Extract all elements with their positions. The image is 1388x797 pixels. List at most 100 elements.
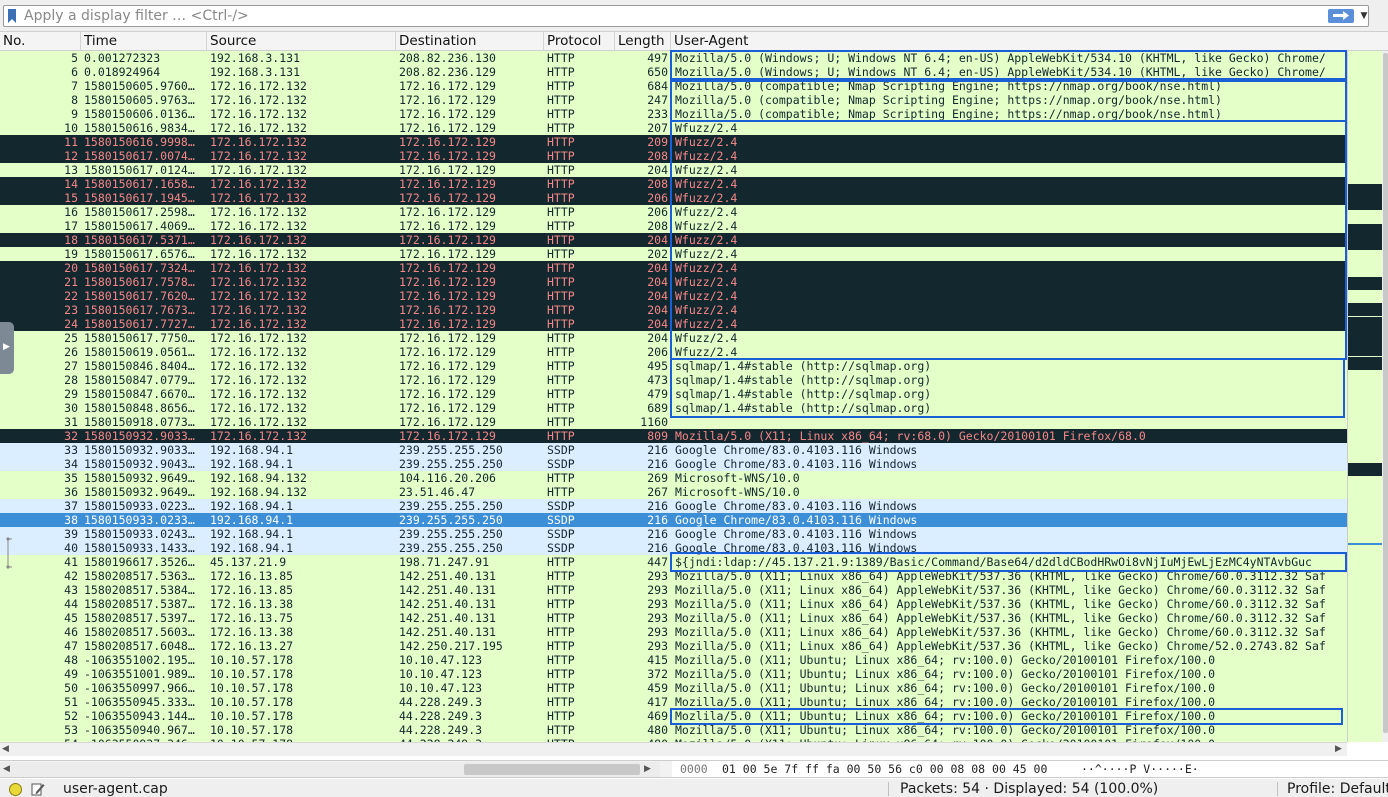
packet-row[interactable]: 46 1580208517.5603… 172.16.13.38 142.251.40… — [0, 625, 1347, 639]
scroll-left-icon[interactable]: ◀ — [3, 764, 10, 774]
packet-row[interactable]: 29 1580150847.6670… 172.16.172.132 172.16.1… — [0, 387, 1347, 401]
packet-row[interactable]: 5 0.001272323 192.168.3.131 208.82.236.130 H… — [0, 51, 1347, 65]
packet-user-agent: Mozilla/5.0 (X11; Linux x86_64) AppleWeb… — [675, 583, 1326, 597]
column-header-user-agent[interactable]: User-Agent — [671, 32, 1388, 51]
packet-source: 10.10.57.178 — [210, 695, 294, 709]
packet-row[interactable]: 24 1580150617.7727… 172.16.172.132 172.16.1… — [0, 317, 1347, 331]
packet-row[interactable]: 7 1580150605.9760… 172.16.172.132 172.16.17… — [0, 79, 1347, 93]
packet-row[interactable]: 33 1580150932.9033… 192.168.94.1 239.255.25… — [0, 443, 1347, 457]
packet-protocol: HTTP — [547, 149, 575, 163]
packet-no: 11 — [64, 135, 78, 149]
packet-time: 1580150932.9649… — [84, 471, 195, 485]
packet-row[interactable]: 47 1580208517.6048… 172.16.13.27 142.250.21… — [0, 639, 1347, 653]
packet-row[interactable]: 40 1580150933.1433… 192.168.94.1 239.255.25… — [0, 541, 1347, 555]
expert-info-icon[interactable] — [9, 783, 22, 796]
packet-time: 1580150617.5371… — [84, 233, 195, 247]
column-header-time[interactable]: Time — [81, 32, 207, 51]
chevron-down-icon[interactable]: ▼ — [1358, 9, 1370, 23]
scroll-right-icon[interactable]: ▶ — [644, 764, 651, 774]
scroll-left-icon[interactable]: ◀ — [2, 744, 9, 754]
packet-row[interactable]: 27 1580150846.8404… 172.16.172.132 172.16.1… — [0, 359, 1347, 373]
packet-row[interactable]: 21 1580150617.7578… 172.16.172.132 172.16.1… — [0, 275, 1347, 289]
packet-row[interactable]: 17 1580150617.4069… 172.16.172.132 172.16.1… — [0, 219, 1347, 233]
packet-bytes-pane[interactable]: 0000 01 00 5e 7f ff fa 00 50 56 c0 00 08… — [672, 761, 1388, 777]
status-profile[interactable]: Profile: Default — [1287, 779, 1388, 797]
packet-details-scroll-thumb[interactable] — [464, 764, 640, 775]
packet-row[interactable]: 20 1580150617.7324… 172.16.172.132 172.16.1… — [0, 261, 1347, 275]
packet-row[interactable]: 48 -1063551002.195… 10.10.57.178 10.10.47.1… — [0, 653, 1347, 667]
packet-row[interactable]: 10 1580150616.9834… 172.16.172.132 172.16.1… — [0, 121, 1347, 135]
packet-row[interactable]: 49 -1063551001.989… 10.10.57.178 10.10.47.1… — [0, 667, 1347, 681]
packet-user-agent: Google Chrome/83.0.4103.116 Windows — [675, 443, 918, 457]
packet-row[interactable]: 25 1580150617.7750… 172.16.172.132 172.16.1… — [0, 331, 1347, 345]
column-header-source[interactable]: Source — [207, 32, 396, 51]
column-header-no[interactable]: No. — [0, 32, 81, 51]
minimap-mark — [1348, 277, 1382, 290]
packet-row[interactable]: 31 1580150918.0773… 172.16.172.132 172.16.1… — [0, 415, 1347, 429]
packet-row[interactable]: 36 1580150932.9649… 192.168.94.132 23.51.46… — [0, 485, 1347, 499]
display-filter-input[interactable] — [24, 7, 1314, 25]
packet-row[interactable]: 35 1580150932.9649… 192.168.94.132 104.116.… — [0, 471, 1347, 485]
packet-row[interactable]: 28 1580150847.0779… 172.16.172.132 172.16.1… — [0, 373, 1347, 387]
scroll-right-icon[interactable]: ▶ — [1335, 744, 1342, 754]
packet-row[interactable]: 34 1580150932.9043… 192.168.94.1 239.255.25… — [0, 457, 1347, 471]
packet-row[interactable]: 22 1580150617.7620… 172.16.172.132 172.16.1… — [0, 289, 1347, 303]
packet-time: 1580150932.9043… — [84, 457, 195, 471]
packet-list-horizontal-scrollbar[interactable]: ◀ ▶ — [0, 742, 1347, 756]
packet-no: 53 — [64, 723, 78, 737]
packet-source: 172.16.13.75 — [210, 611, 294, 625]
packet-row[interactable]: 32 1580150932.9033… 172.16.172.132 172.16.1… — [0, 429, 1347, 443]
packet-no: 46 — [64, 625, 78, 639]
packet-time: 1580150617.7673… — [84, 303, 195, 317]
packet-destination: 10.10.47.123 — [399, 681, 483, 695]
packet-row[interactable]: 39 1580150933.0243… 192.168.94.1 239.255.25… — [0, 527, 1347, 541]
packet-length: 216 — [647, 499, 668, 513]
packet-row[interactable]: 41 1580196617.3526… 45.137.21.9 198.71.247.… — [0, 555, 1347, 569]
packet-row[interactable]: 42 1580208517.5363… 172.16.13.85 142.251.40… — [0, 569, 1347, 583]
vertical-scrollbar-thumb[interactable] — [1383, 53, 1388, 733]
packet-row[interactable]: 13 1580150617.0124… 172.16.172.132 172.16.1… — [0, 163, 1347, 177]
packet-row[interactable]: 52 -1063550943.144… 10.10.57.178 44.228.249… — [0, 709, 1347, 723]
sidebar-toggle-handle[interactable]: ▶ — [0, 322, 14, 374]
packet-row[interactable]: 23 1580150617.7673… 172.16.172.132 172.16.1… — [0, 303, 1347, 317]
packet-destination: 239.255.255.250 — [399, 541, 503, 555]
packet-row[interactable]: 51 -1063550945.333… 10.10.57.178 44.228.249… — [0, 695, 1347, 709]
packet-row[interactable]: 50 -1063550997.966… 10.10.57.178 10.10.47.1… — [0, 681, 1347, 695]
minimap-mark — [1348, 184, 1382, 197]
packet-row[interactable]: 19 1580150617.6576… 172.16.172.132 172.16.1… — [0, 247, 1347, 261]
packet-row[interactable]: 45 1580208517.5397… 172.16.13.75 142.251.40… — [0, 611, 1347, 625]
column-header-length[interactable]: Length — [615, 32, 671, 51]
column-header-destination[interactable]: Destination — [396, 32, 544, 51]
packet-row[interactable]: 9 1580150606.0136… 172.16.172.132 172.16.17… — [0, 107, 1347, 121]
column-header-protocol[interactable]: Protocol — [544, 32, 615, 51]
packet-user-agent: Wfuzz/2.4 — [675, 303, 738, 317]
packet-destination: 44.228.249.3 — [399, 695, 483, 709]
packet-row-selected[interactable]: 38 1580150933.0233… 192.168.94.1 239.255.25… — [0, 513, 1347, 527]
packet-time: 1580150617.0124… — [84, 163, 195, 177]
packet-row[interactable]: 11 1580150616.9998… 172.16.172.132 172.16.1… — [0, 135, 1347, 149]
packet-minimap-scrollbar[interactable] — [1347, 51, 1388, 742]
packet-row[interactable]: 44 1580208517.5387… 172.16.13.38 142.251.40… — [0, 597, 1347, 611]
packet-time: 1580150617.1658… — [84, 177, 195, 191]
bookmark-icon[interactable] — [7, 9, 17, 23]
packet-row[interactable]: 53 -1063550940.967… 10.10.57.178 44.228.249… — [0, 723, 1347, 737]
packet-row[interactable]: 16 1580150617.2598… 172.16.172.132 172.16.1… — [0, 205, 1347, 219]
packet-row[interactable]: 37 1580150933.0223… 192.168.94.1 239.255.25… — [0, 499, 1347, 513]
packet-row[interactable]: 8 1580150605.9763… 172.16.172.132 172.16.17… — [0, 93, 1347, 107]
packet-row[interactable]: 15 1580150617.1945… 172.16.172.132 172.16.1… — [0, 191, 1347, 205]
packet-row[interactable]: 12 1580150617.0074… 172.16.172.132 172.16.1… — [0, 149, 1347, 163]
packet-time: 1580150616.9834… — [84, 121, 195, 135]
packet-row[interactable]: 30 1580150848.8656… 172.16.172.132 172.16.1… — [0, 401, 1347, 415]
packet-details-horizontal-scrollbar[interactable]: ◀ ▶ — [0, 762, 660, 777]
apply-filter-button[interactable] — [1328, 9, 1354, 23]
capture-comment-icon[interactable] — [31, 782, 45, 796]
packet-source: 172.16.172.132 — [210, 121, 307, 135]
packet-row[interactable]: 18 1580150617.5371… 172.16.172.132 172.16.1… — [0, 233, 1347, 247]
packet-source: 172.16.13.38 — [210, 597, 294, 611]
packet-row[interactable]: 14 1580150617.1658… 172.16.172.132 172.16.1… — [0, 177, 1347, 191]
packet-row[interactable]: 6 0.018924964 192.168.3.131 208.82.236.129 H… — [0, 65, 1347, 79]
packet-source: 172.16.172.132 — [210, 177, 307, 191]
packet-row[interactable]: 43 1580208517.5384… 172.16.13.85 142.251.40… — [0, 583, 1347, 597]
packet-row[interactable]: 26 1580150619.0561… 172.16.172.132 172.16.1… — [0, 345, 1347, 359]
vertical-scrollbar[interactable] — [1382, 51, 1388, 742]
